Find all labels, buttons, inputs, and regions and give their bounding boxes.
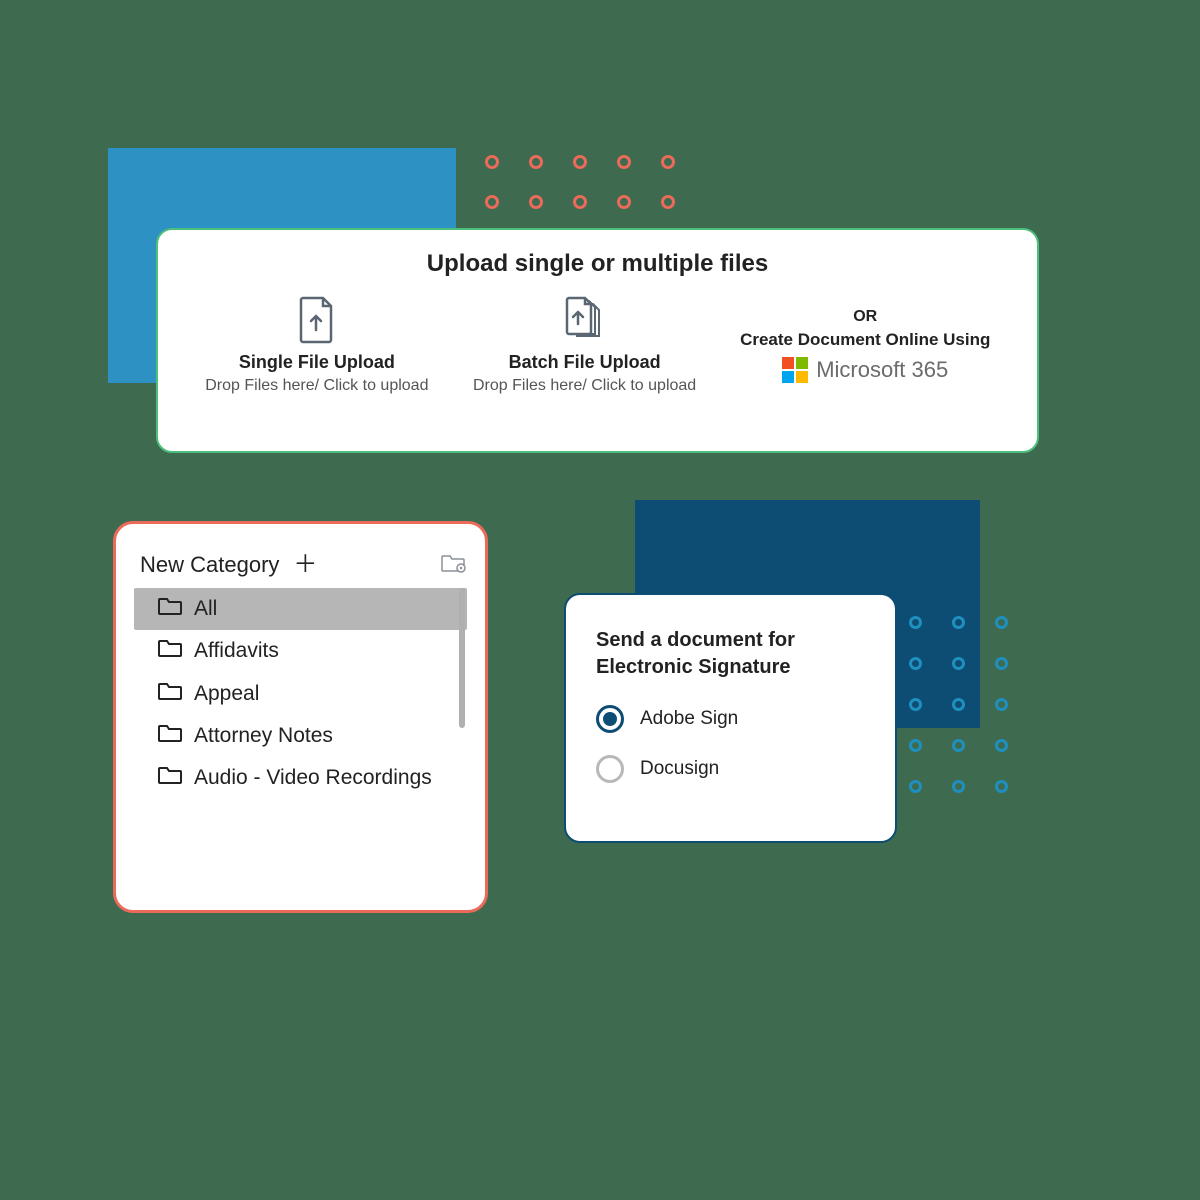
- category-item-label: Appeal: [194, 681, 259, 707]
- category-item-label: Attorney Notes: [194, 723, 333, 749]
- folder-settings-icon[interactable]: [441, 552, 467, 579]
- single-file-upload[interactable]: Single File Upload Drop Files here/ Clic…: [188, 296, 446, 395]
- signature-panel: Send a document for Electronic Signature…: [564, 593, 897, 843]
- decorative-dot-grid-blue: [909, 616, 1008, 793]
- category-item-label: All: [194, 596, 217, 622]
- category-item-audio-video[interactable]: Audio - Video Recordings: [134, 757, 467, 799]
- signature-option-label: Adobe Sign: [640, 708, 738, 730]
- single-file-upload-label: Single File Upload: [188, 352, 446, 373]
- folder-icon: [158, 723, 182, 749]
- category-item-label: Affidavits: [194, 638, 279, 664]
- decorative-dot-grid-red: [485, 155, 675, 209]
- category-list: All Affidavits Appeal Attorney Notes Aud…: [134, 588, 467, 799]
- signature-option-docusign[interactable]: Docusign: [596, 755, 865, 783]
- file-upload-icon: [188, 296, 446, 344]
- microsoft-365-icon: Microsoft 365: [782, 357, 948, 383]
- category-panel: New Category ＋ All Affidavits: [113, 521, 488, 913]
- or-label: OR: [723, 308, 1007, 326]
- signature-option-label: Docusign: [640, 758, 719, 780]
- radio-selected-icon: [596, 705, 624, 733]
- folder-icon: [158, 596, 182, 622]
- upload-panel-title: Upload single or multiple files: [188, 250, 1007, 278]
- signature-option-adobe-sign[interactable]: Adobe Sign: [596, 705, 865, 733]
- category-item-label: Audio - Video Recordings: [194, 765, 432, 791]
- category-item-appeal[interactable]: Appeal: [134, 673, 467, 715]
- batch-file-upload-label: Batch File Upload: [456, 352, 714, 373]
- category-item-affidavits[interactable]: Affidavits: [134, 630, 467, 672]
- create-online-label: Create Document Online Using: [723, 330, 1007, 350]
- batch-file-upload-hint: Drop Files here/ Click to upload: [456, 377, 714, 395]
- signature-panel-title: Send a document for Electronic Signature: [596, 627, 865, 681]
- radio-unselected-icon: [596, 755, 624, 783]
- folder-icon: [158, 638, 182, 664]
- folder-icon: [158, 765, 182, 791]
- scrollbar[interactable]: [459, 588, 465, 728]
- category-item-all[interactable]: All: [134, 588, 467, 630]
- single-file-upload-hint: Drop Files here/ Click to upload: [188, 377, 446, 395]
- category-item-attorney-notes[interactable]: Attorney Notes: [134, 715, 467, 757]
- batch-file-upload[interactable]: Batch File Upload Drop Files here/ Click…: [456, 296, 714, 395]
- category-header-title: New Category: [140, 552, 279, 578]
- files-upload-icon: [456, 296, 714, 344]
- folder-icon: [158, 681, 182, 707]
- create-document-online[interactable]: OR Create Document Online Using Microsof…: [723, 308, 1007, 383]
- upload-panel: Upload single or multiple files Single F…: [156, 228, 1039, 453]
- microsoft-365-label: Microsoft 365: [816, 357, 948, 383]
- plus-icon[interactable]: ＋: [293, 553, 317, 577]
